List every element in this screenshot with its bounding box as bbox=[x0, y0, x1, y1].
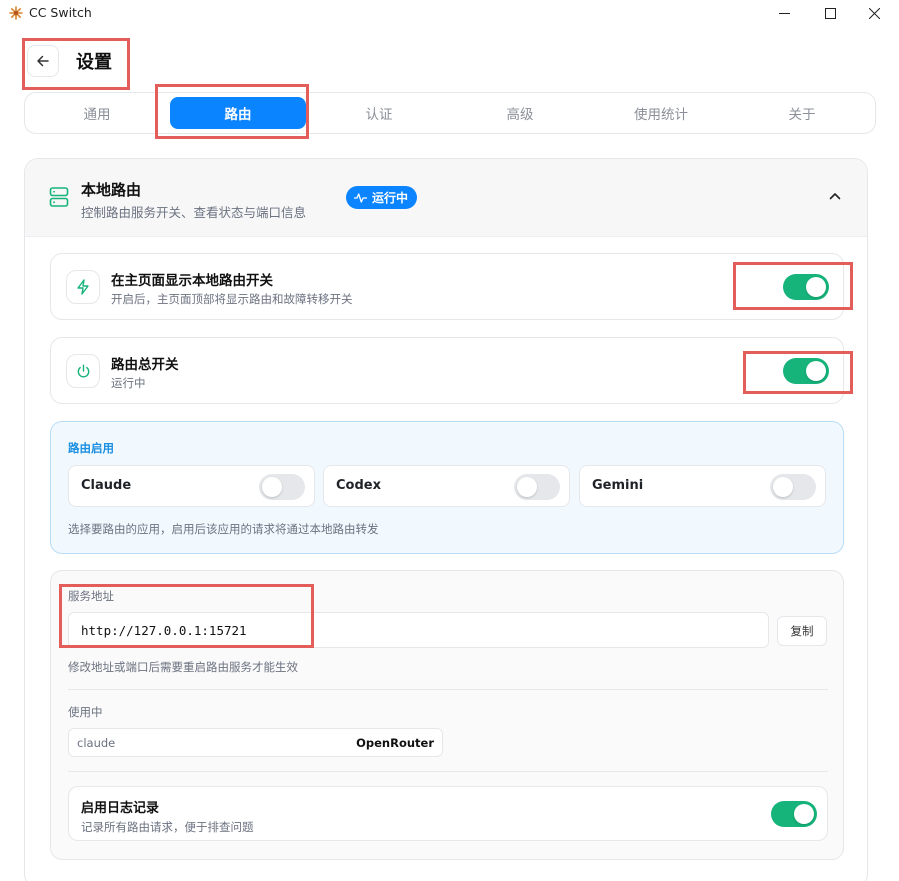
divider bbox=[68, 771, 828, 772]
maximize-button[interactable] bbox=[808, 0, 852, 26]
page-title: 设置 bbox=[76, 52, 112, 73]
show-switch-title: 在主页面显示本地路由开关 bbox=[111, 273, 273, 289]
service-address-input[interactable]: http://127.0.0.1:15721 bbox=[68, 612, 769, 648]
app-name: Claude bbox=[81, 478, 132, 493]
tab-usage-stats[interactable]: 使用统计 bbox=[593, 97, 729, 129]
routing-master-toggle[interactable] bbox=[783, 358, 829, 384]
master-switch-status: 运行中 bbox=[111, 376, 146, 390]
minimize-icon bbox=[778, 12, 790, 14]
local-routing-panel: 本地路由 控制路由服务开关、查看状态与端口信息 运行中 在主页面显示本地路由开关… bbox=[24, 158, 868, 881]
chevron-up-icon[interactable] bbox=[829, 192, 841, 200]
close-icon bbox=[868, 7, 880, 19]
server-icon bbox=[49, 187, 69, 207]
routing-master-switch-card: 路由总开关 运行中 bbox=[50, 337, 844, 404]
in-use-provider: claude OpenRouter bbox=[68, 728, 443, 757]
tab-general[interactable]: 通用 bbox=[29, 97, 165, 129]
icon-box bbox=[66, 354, 100, 388]
in-use-app: claude bbox=[77, 736, 116, 750]
app-name: Codex bbox=[336, 478, 381, 493]
icon-box bbox=[66, 270, 100, 304]
status-badge: 运行中 bbox=[346, 186, 418, 209]
title-bar: CC Switch bbox=[0, 0, 899, 26]
service-section: 服务地址 http://127.0.0.1:15721 复制 修改地址或端口后需… bbox=[50, 570, 844, 860]
activity-icon bbox=[354, 192, 367, 203]
divider bbox=[68, 689, 828, 690]
show-routing-switch-toggle[interactable] bbox=[783, 274, 829, 300]
app-logo-icon bbox=[9, 6, 23, 20]
in-use-label: 使用中 bbox=[68, 705, 103, 719]
show-routing-switch-card: 在主页面显示本地路由开关 开启后，主页面顶部将显示路由和故障转移开关 bbox=[50, 253, 844, 320]
in-use-provider-name: OpenRouter bbox=[356, 736, 434, 750]
gemini-route-toggle[interactable] bbox=[770, 474, 816, 500]
status-badge-label: 运行中 bbox=[372, 191, 409, 205]
route-apps-label: 路由启用 bbox=[68, 441, 114, 455]
tab-about[interactable]: 关于 bbox=[734, 97, 870, 129]
app-card-gemini: Gemini bbox=[579, 465, 826, 507]
arrow-left-icon bbox=[37, 55, 49, 67]
lightning-icon bbox=[77, 279, 89, 295]
section-title: 本地路由 bbox=[81, 181, 142, 199]
close-button[interactable] bbox=[852, 0, 896, 26]
settings-tabs: 通用 路由 认证 高级 使用统计 关于 bbox=[24, 92, 876, 134]
logging-card: 启用日志记录 记录所有路由请求，便于排查问题 bbox=[68, 786, 828, 841]
claude-route-toggle[interactable] bbox=[259, 474, 305, 500]
minimize-button[interactable] bbox=[762, 0, 806, 26]
section-subtitle: 控制路由服务开关、查看状态与端口信息 bbox=[81, 205, 307, 220]
route-apps-section: 路由启用 Claude Codex Gemini 选择要路由的应用，启用后该应用… bbox=[50, 421, 844, 554]
maximize-icon bbox=[824, 7, 836, 19]
route-apps-hint: 选择要路由的应用，启用后该应用的请求将通过本地路由转发 bbox=[68, 522, 379, 536]
back-button[interactable] bbox=[27, 45, 59, 77]
window-title: CC Switch bbox=[29, 5, 92, 20]
tab-auth[interactable]: 认证 bbox=[311, 97, 447, 129]
app-card-codex: Codex bbox=[323, 465, 570, 507]
copy-button[interactable]: 复制 bbox=[777, 616, 827, 646]
logging-title: 启用日志记录 bbox=[81, 801, 160, 816]
master-switch-title: 路由总开关 bbox=[111, 357, 179, 373]
tab-routing[interactable]: 路由 bbox=[170, 97, 306, 129]
logging-subtitle: 记录所有路由请求，便于排查问题 bbox=[81, 820, 254, 834]
app-card-claude: Claude bbox=[68, 465, 315, 507]
show-switch-subtitle: 开启后，主页面顶部将显示路由和故障转移开关 bbox=[111, 292, 353, 306]
power-icon bbox=[77, 364, 89, 378]
codex-route-toggle[interactable] bbox=[514, 474, 560, 500]
service-address-label: 服务地址 bbox=[68, 589, 114, 603]
app-name: Gemini bbox=[592, 478, 644, 493]
service-address-hint: 修改地址或端口后需要重启路由服务才能生效 bbox=[68, 660, 298, 674]
logging-toggle[interactable] bbox=[771, 801, 817, 827]
panel-header[interactable]: 本地路由 控制路由服务开关、查看状态与端口信息 运行中 bbox=[25, 159, 867, 237]
tab-advanced[interactable]: 高级 bbox=[452, 97, 588, 129]
